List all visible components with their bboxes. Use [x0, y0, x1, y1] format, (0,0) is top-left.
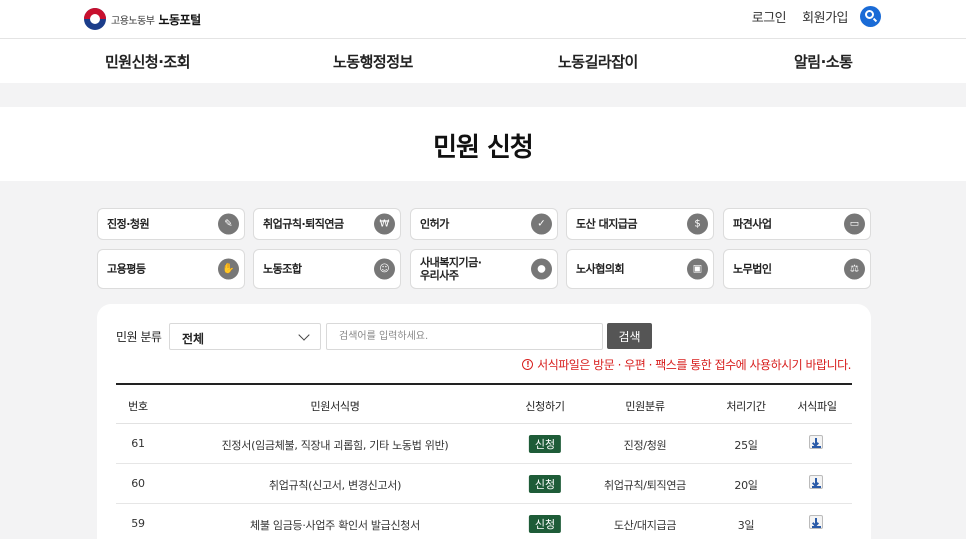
category-select-value: 전체	[182, 332, 205, 346]
main-navigation: 민원신청·조회 노동행정정보 노동길라잡이 알림·소통	[0, 39, 966, 83]
column-header-number: 번호	[128, 400, 148, 413]
logo-portal-text: 노동포털	[158, 12, 202, 27]
column-header-file: 서식파일	[797, 400, 837, 413]
search-input[interactable]	[326, 323, 603, 350]
category-employment-rules[interactable]: 취업규칙·퇴직연금 ₩	[253, 208, 401, 240]
document-pen-icon: ✎	[218, 213, 239, 235]
category-petition[interactable]: 진정·청원 ✎	[97, 208, 245, 240]
nav-item-civil-application[interactable]: 민원신청·조회	[105, 51, 191, 72]
download-icon[interactable]	[809, 475, 823, 489]
column-header-period: 처리기간	[726, 400, 766, 413]
column-header-apply: 신청하기	[525, 400, 565, 413]
chevron-down-icon	[298, 329, 310, 341]
title-area: 민원 신청	[0, 107, 966, 181]
category-label: 취업규칙·퇴직연금	[263, 217, 344, 231]
row-category: 진정/청원	[623, 439, 667, 452]
site-logo[interactable]: 고용노동부 노동포털	[84, 8, 201, 30]
logo-ministry-text: 고용노동부	[111, 15, 155, 27]
category-label: 파견사업	[733, 217, 772, 231]
top-bar: 고용노동부 노동포털 로그인 회원가입	[0, 0, 966, 39]
category-permits[interactable]: 인허가 ✓	[410, 208, 558, 240]
apply-button[interactable]: 신청	[528, 475, 562, 493]
row-number: 61	[131, 437, 145, 450]
category-label: 사내복지기금· 우리사주	[420, 256, 482, 282]
row-form-name[interactable]: 취업규칙(신고서, 변경신고서)	[269, 477, 402, 493]
row-period: 3일	[737, 519, 755, 532]
category-labor-council[interactable]: 노사협의회 ▣	[566, 249, 714, 289]
category-labor-union[interactable]: 노동조합 ☺	[253, 249, 401, 289]
form-list-panel: 민원 분류 전체 검색 ! 서식파일은 방문 · 우편 · 팩스를 통한 접수에…	[97, 304, 871, 539]
category-welfare-fund[interactable]: 사내복지기금· 우리사주 ●	[410, 249, 558, 289]
scale-icon: ⚖	[844, 258, 865, 280]
row-period: 20일	[734, 479, 758, 492]
nav-item-notice[interactable]: 알림·소통	[794, 51, 853, 72]
meeting-icon: ▣	[687, 258, 708, 280]
row-number: 59	[131, 517, 145, 530]
category-select[interactable]: 전체	[169, 323, 321, 350]
category-label: 노무법인	[733, 262, 772, 276]
stamp-icon: ✓	[531, 213, 552, 235]
notice-message: ! 서식파일은 방문 · 우편 · 팩스를 통한 접수에 사용하시기 바랍니다.	[522, 356, 851, 373]
download-icon[interactable]	[809, 515, 823, 529]
people-icon: ☺	[374, 258, 395, 280]
apply-button[interactable]: 신청	[528, 515, 562, 533]
apply-button[interactable]: 신청	[528, 435, 562, 453]
divider-band	[0, 83, 966, 107]
search-button[interactable]: 검색	[607, 323, 652, 349]
nav-item-labor-admin[interactable]: 노동행정정보	[333, 51, 413, 72]
login-link[interactable]: 로그인	[752, 7, 787, 26]
nav-item-labor-guide[interactable]: 노동길라잡이	[558, 51, 638, 72]
handshake-icon: ✋	[218, 258, 239, 280]
row-category: 도산/대지급금	[613, 519, 677, 532]
category-labor-law-firm[interactable]: 노무법인 ⚖	[723, 249, 871, 289]
row-form-name[interactable]: 진정서(임금체불, 직장내 괴롭힘, 기타 노동법 위반)	[222, 437, 449, 453]
column-header-category: 민원분류	[625, 400, 665, 413]
signup-link[interactable]: 회원가입	[802, 7, 848, 26]
category-label: 도산 대지급금	[576, 217, 638, 231]
category-label: 진정·청원	[107, 217, 150, 231]
row-period: 25일	[734, 439, 758, 452]
notice-text: 서식파일은 방문 · 우편 · 팩스를 통한 접수에 사용하시기 바랍니다.	[537, 358, 851, 372]
category-insolvency-payment[interactable]: 도산 대지급금 $	[566, 208, 714, 240]
briefcase-icon: ▭	[844, 213, 865, 235]
table-row: 61 진정서(임금체불, 직장내 괴롭힘, 기타 노동법 위반) 신청 진정/청…	[116, 424, 852, 464]
download-icon[interactable]	[809, 435, 823, 449]
search-icon[interactable]	[860, 6, 881, 27]
page-title: 민원 신청	[433, 133, 534, 163]
column-header-form-name: 민원서식명	[310, 400, 360, 413]
hand-coin-icon: ●	[531, 258, 552, 280]
money-icon: $	[687, 213, 708, 235]
coin-document-icon: ₩	[374, 213, 395, 235]
category-label: 인허가	[420, 217, 449, 231]
category-dispatch[interactable]: 파견사업 ▭	[723, 208, 871, 240]
row-form-name[interactable]: 체불 임금등·사업주 확인서 발급신청서	[250, 517, 420, 533]
info-icon: !	[522, 359, 534, 370]
table-row: 59 체불 임금등·사업주 확인서 발급신청서 신청 도산/대지급금 3일	[116, 504, 852, 539]
row-category: 취업규칙/퇴직연금	[604, 479, 686, 492]
table-header: 번호 민원서식명 신청하기 민원분류 처리기간 서식파일	[116, 383, 852, 424]
category-label: 고용평등	[107, 262, 146, 276]
category-label: 노사협의회	[576, 262, 625, 276]
category-equality[interactable]: 고용평등 ✋	[97, 249, 245, 289]
row-number: 60	[131, 477, 145, 490]
government-emblem-icon	[84, 8, 106, 30]
utility-menu: 로그인 회원가입	[736, 6, 881, 27]
filter-label: 민원 분류	[116, 330, 162, 344]
table-row: 60 취업규칙(신고서, 변경신고서) 신청 취업규칙/퇴직연금 20일	[116, 464, 852, 504]
category-label: 노동조합	[263, 262, 302, 276]
